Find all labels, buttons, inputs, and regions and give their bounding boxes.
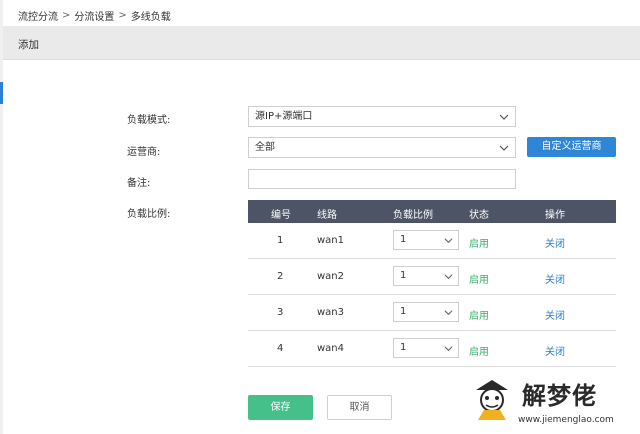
ratio-value: 1 (400, 234, 407, 245)
page-title-bar: 添加 (3, 26, 640, 60)
table-row: 2 wan2 1 启用 关闭 (248, 259, 616, 295)
left-sidebar-strip (0, 0, 3, 434)
table-row: 1 wan1 1 启用 关闭 (248, 223, 616, 259)
chevron-down-icon (444, 310, 453, 316)
table-row: 4 wan4 1 启用 关闭 (248, 331, 616, 367)
ratio-value: 1 (400, 270, 407, 281)
custom-isp-button[interactable]: 自定义运营商 (527, 137, 616, 157)
load-mode-label: 负载模式: (127, 115, 171, 126)
status-text: 启用 (469, 347, 489, 358)
load-ratio-label: 负载比例: (127, 209, 171, 220)
status-text: 启用 (469, 239, 489, 250)
row-number: 3 (277, 307, 284, 318)
breadcrumb: 流控分流 > 分流设置 > 多线负载 (18, 8, 171, 23)
close-link[interactable]: 关闭 (545, 235, 565, 250)
ratio-select[interactable]: 1 (393, 230, 459, 250)
chevron-down-icon (444, 238, 453, 244)
ratio-table-header: 编号 线路 负载比例 状态 操作 (248, 200, 616, 223)
breadcrumb-item-multi-line-load: 多线负载 (130, 11, 171, 23)
close-link[interactable]: 关闭 (545, 307, 565, 322)
cancel-button[interactable]: 取消 (327, 395, 392, 420)
watermark-url: www.jiemenglao.com (518, 415, 614, 425)
breadcrumb-separator: > (118, 9, 127, 21)
ratio-select[interactable]: 1 (393, 338, 459, 358)
breadcrumb-separator: > (62, 9, 71, 21)
watermark-title: 解梦佬 (522, 381, 597, 410)
ratio-value: 1 (400, 306, 407, 317)
row-line: wan4 (317, 343, 345, 354)
row-number: 1 (277, 235, 284, 246)
header-status: 状态 (469, 210, 489, 221)
chevron-down-icon (444, 274, 453, 280)
table-row: 3 wan3 1 启用 关闭 (248, 295, 616, 331)
header-num: 编号 (271, 210, 291, 221)
sidebar-active-indicator (0, 82, 3, 104)
isp-label: 运营商: (127, 147, 161, 158)
header-operation: 操作 (545, 210, 565, 221)
status-text: 启用 (469, 311, 489, 322)
page-title: 添加 (18, 39, 39, 51)
ratio-value: 1 (400, 342, 407, 353)
status-text: 启用 (469, 275, 489, 286)
header-ratio: 负载比例 (393, 210, 433, 221)
save-button[interactable]: 保存 (248, 395, 313, 420)
load-mode-select[interactable]: 源IP+源端口 (248, 106, 516, 127)
row-line: wan3 (317, 307, 345, 318)
isp-select[interactable]: 全部 (248, 137, 516, 158)
row-line: wan2 (317, 271, 345, 282)
close-link[interactable]: 关闭 (545, 271, 565, 286)
watermark-logo-icon (476, 380, 508, 420)
breadcrumb-item-split-settings[interactable]: 分流设置 (74, 8, 114, 23)
note-input[interactable] (248, 169, 516, 189)
load-mode-value: 源IP+源端口 (255, 111, 313, 122)
chevron-down-icon (499, 114, 509, 120)
chevron-down-icon (444, 346, 453, 352)
header-line: 线路 (317, 210, 337, 221)
close-link[interactable]: 关闭 (545, 343, 565, 358)
ratio-select[interactable]: 1 (393, 266, 459, 286)
row-number: 4 (277, 343, 284, 354)
row-line: wan1 (317, 235, 345, 246)
isp-value: 全部 (255, 142, 275, 153)
chevron-down-icon (499, 145, 509, 151)
ratio-select[interactable]: 1 (393, 302, 459, 322)
row-number: 2 (277, 271, 284, 282)
note-label: 备注: (127, 178, 151, 189)
breadcrumb-item-flow-control[interactable]: 流控分流 (18, 8, 58, 23)
